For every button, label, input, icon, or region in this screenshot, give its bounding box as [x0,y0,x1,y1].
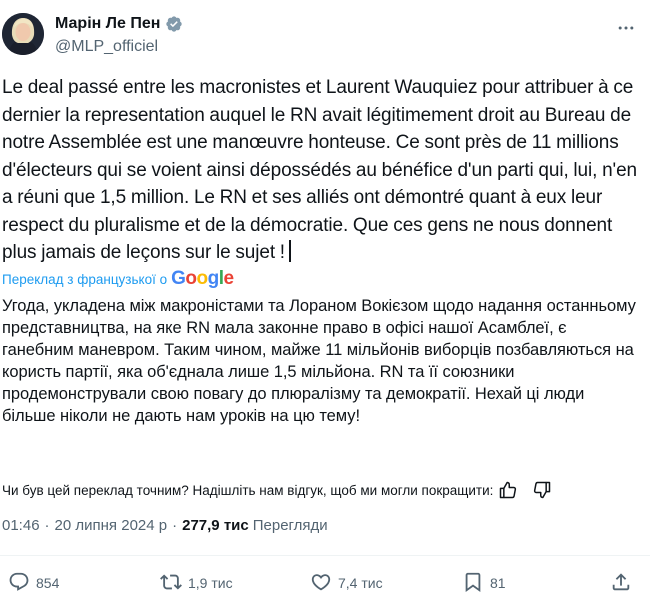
like-count: 7,4 тис [338,575,383,591]
translation-feedback: Чи був цей переклад точним? Надішліть на… [2,478,646,502]
tweet: Марін Ле Пен @MLP_officiel Le deal passé… [0,0,650,616]
original-text: Le deal passé entre les macronistes et L… [2,77,638,263]
bookmark-icon [462,571,484,596]
translation-text: Угода, укладена між макроністами та Лора… [2,297,636,425]
divider [0,555,650,556]
share-button[interactable] [610,568,632,598]
meta-separator: · [172,517,178,534]
thumbs-up-icon[interactable] [497,479,519,501]
avatar[interactable] [2,13,44,55]
reply-button[interactable]: 854 [8,568,59,598]
reply-count: 854 [36,575,60,591]
thumbs-down-icon[interactable] [531,479,553,501]
name-row: Марін Ле Пен [55,15,183,33]
action-bar: 854 1,9 тис 7,4 тис 81 [0,568,650,598]
repost-count: 1,9 тис [188,575,233,591]
tweet-original-text: Le deal passé entre les macronistes et L… [2,74,642,267]
bookmark-button[interactable]: 81 [462,568,506,598]
tweet-header: Марін Ле Пен @MLP_officiel [0,0,650,80]
tweet-time[interactable]: 01:46 [2,517,40,534]
more-options-icon[interactable] [612,14,640,42]
heart-icon [310,571,332,596]
google-logo: Google [171,268,234,289]
display-name[interactable]: Марін Ле Пен [55,15,160,33]
reply-icon [8,571,30,596]
repost-icon [160,571,182,596]
like-button[interactable]: 7,4 тис [310,568,383,598]
verified-badge-icon [165,15,183,33]
text-cursor [288,240,291,262]
translated-by-label: Переклад з французької о [2,271,168,287]
translated-by-link[interactable]: Переклад з французької о Google [2,269,234,289]
feedback-prompt: Чи був цей переклад точним? Надішліть на… [2,482,494,498]
tweet-date[interactable]: 20 липня 2024 р [55,517,168,534]
views-count: 277,9 тис [182,517,249,534]
views-label: Перегляди [252,517,328,534]
meta-separator: · [44,517,50,534]
repost-button[interactable]: 1,9 тис [160,568,233,598]
bookmark-count: 81 [490,575,506,591]
handle[interactable]: @MLP_officiel [55,38,158,56]
tweet-meta: 01:46 · 20 липня 2024 р · 277,9 тис Пере… [2,517,328,534]
share-icon [610,571,632,596]
